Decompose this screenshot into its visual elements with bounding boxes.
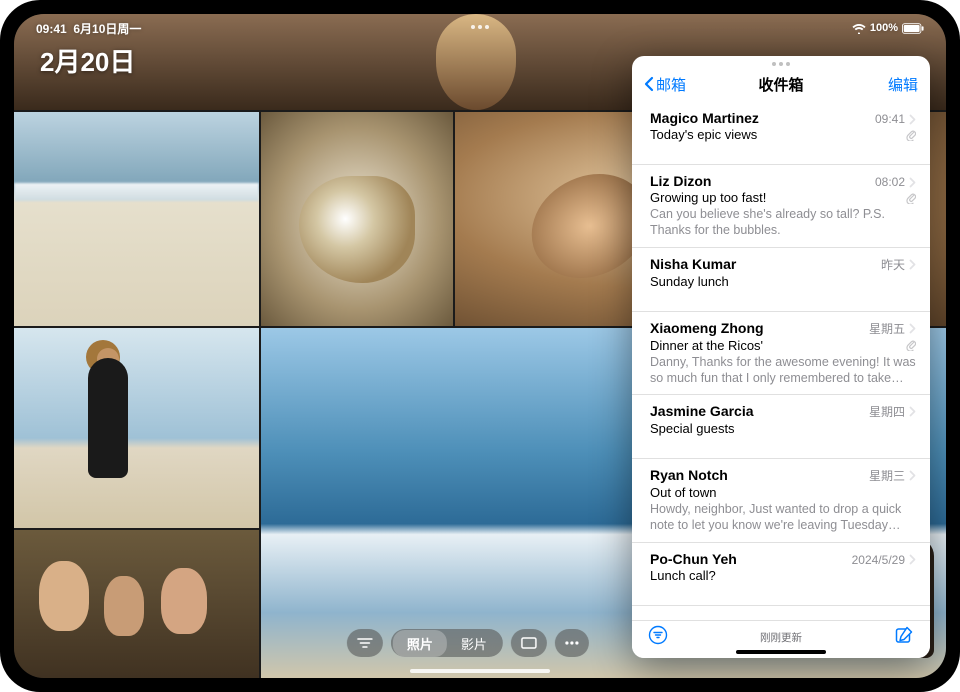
status-left: 09:41 6月10日周一 bbox=[36, 20, 141, 37]
filter-circle-icon bbox=[648, 625, 668, 645]
mail-timestamp: 星期四 bbox=[869, 403, 916, 420]
chevron-left-icon bbox=[644, 76, 654, 92]
tab-videos[interactable]: 影片 bbox=[447, 630, 501, 657]
mail-subject: Out of town bbox=[650, 485, 916, 500]
mail-timestamp: 星期五 bbox=[869, 320, 916, 337]
photo-thumbnail[interactable] bbox=[14, 112, 259, 326]
tab-photos[interactable]: 照片 bbox=[393, 630, 447, 657]
mail-sender: Nisha Kumar bbox=[650, 256, 875, 272]
status-date: 6月10日周一 bbox=[73, 22, 141, 36]
mail-preview: Howdy, neighbor, Just wanted to drop a q… bbox=[650, 501, 916, 534]
battery-icon bbox=[902, 23, 924, 34]
mail-timestamp: 昨天 bbox=[881, 256, 916, 273]
mail-subject: Dinner at the Ricos' bbox=[650, 338, 916, 353]
mail-timestamp: 09:41 bbox=[875, 112, 916, 126]
mail-sender: Xiaomeng Zhong bbox=[650, 320, 863, 336]
mail-item[interactable]: Po-Chun Yeh 2024/5/29 Lunch call? bbox=[632, 543, 930, 606]
attachment-icon bbox=[906, 338, 916, 356]
filter-mail-button[interactable] bbox=[648, 625, 668, 650]
more-button[interactable] bbox=[555, 629, 589, 657]
photos-bottom-toolbar: 照片 影片 bbox=[347, 628, 589, 658]
mail-sender: Ryan Notch bbox=[650, 467, 863, 483]
mail-sender: Magico Martinez bbox=[650, 110, 869, 126]
photo-thumbnail[interactable] bbox=[14, 328, 259, 528]
mail-status-text: 刚刚更新 bbox=[760, 630, 802, 645]
mail-item[interactable]: Magico Martinez 09:41 Today's epic views bbox=[632, 102, 930, 165]
mail-timestamp: 08:02 bbox=[875, 175, 916, 189]
mail-timestamp: 2024/5/29 bbox=[852, 553, 916, 567]
battery-percent: 100% bbox=[870, 22, 898, 34]
filter-button[interactable] bbox=[347, 629, 383, 657]
mail-item[interactable]: Nisha Kumar 昨天 Sunday lunch bbox=[632, 248, 930, 312]
mail-slideover-panel: 邮箱 收件箱 编辑 Magico Martinez 09:41 Today's … bbox=[632, 56, 930, 658]
home-indicator[interactable] bbox=[410, 669, 550, 673]
attachment-icon bbox=[906, 191, 916, 209]
aspect-button[interactable] bbox=[511, 629, 547, 657]
back-button[interactable]: 邮箱 bbox=[644, 74, 686, 95]
mail-subject: Today's epic views bbox=[650, 127, 916, 142]
mail-subject: Special guests bbox=[650, 421, 916, 436]
inbox-title: 收件箱 bbox=[758, 74, 803, 95]
mail-subject: Lunch call? bbox=[650, 568, 916, 583]
mail-item[interactable]: Xiaomeng Zhong 星期五 Dinner at the Ricos' … bbox=[632, 312, 930, 396]
mail-timestamp: 星期三 bbox=[869, 467, 916, 484]
slideover-home-indicator[interactable] bbox=[736, 650, 826, 654]
photo-thumbnail[interactable] bbox=[261, 112, 453, 326]
mail-preview: Can you believe she's already so tall? P… bbox=[650, 206, 916, 239]
mail-sender: Jasmine Garcia bbox=[650, 403, 863, 419]
slideover-handle[interactable] bbox=[772, 62, 790, 66]
mail-item[interactable]: Ryan Notch 星期三 Out of town Howdy, neighb… bbox=[632, 459, 930, 543]
photos-date-title: 2月20日 bbox=[40, 42, 135, 79]
mail-subject: Growing up too fast! bbox=[650, 190, 916, 205]
multitasking-handle[interactable] bbox=[465, 20, 495, 34]
edit-button[interactable]: 编辑 bbox=[888, 74, 918, 95]
attachment-icon bbox=[906, 128, 916, 146]
mail-item[interactable]: Jasmine Garcia 星期四 Special guests bbox=[632, 395, 930, 459]
status-time: 09:41 bbox=[36, 22, 67, 36]
filter-icon bbox=[357, 637, 373, 649]
back-label: 邮箱 bbox=[656, 74, 686, 95]
ellipsis-icon bbox=[565, 641, 579, 645]
wifi-icon bbox=[852, 23, 866, 34]
aspect-icon bbox=[521, 637, 537, 649]
mail-sender: Po-Chun Yeh bbox=[650, 551, 846, 567]
compose-icon bbox=[894, 625, 914, 645]
compose-button[interactable] bbox=[894, 625, 914, 650]
photo-thumbnail[interactable] bbox=[14, 530, 259, 678]
mail-preview: Danny, Thanks for the awesome evening! I… bbox=[650, 354, 916, 387]
mail-subject: Sunday lunch bbox=[650, 274, 916, 289]
mail-item[interactable]: Liz Dizon 08:02 Growing up too fast! Can… bbox=[632, 165, 930, 248]
mail-sender: Liz Dizon bbox=[650, 173, 869, 189]
mail-list[interactable]: Magico Martinez 09:41 Today's epic views… bbox=[632, 98, 930, 620]
